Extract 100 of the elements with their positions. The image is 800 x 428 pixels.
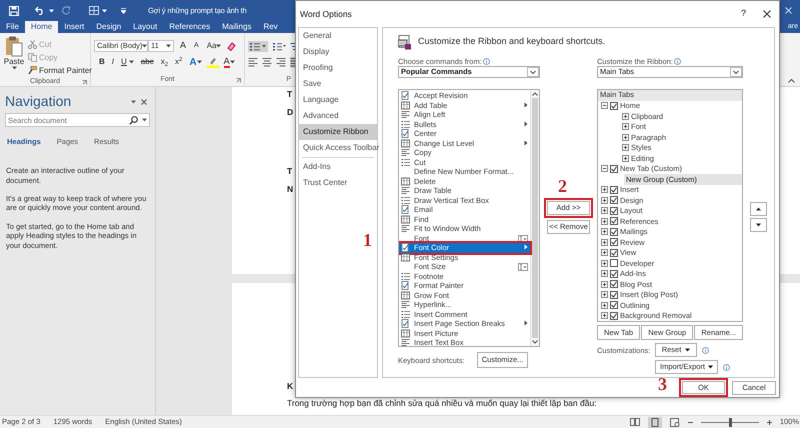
- checkbox-icon[interactable]: [610, 186, 618, 194]
- checkbox-icon[interactable]: [610, 228, 618, 236]
- caret-icon[interactable]: [49, 8, 54, 12]
- format-button[interactable]: I: [110, 56, 116, 68]
- collapse-ribbon-icon[interactable]: [788, 78, 795, 83]
- align-center-icon[interactable]: [262, 57, 272, 68]
- sidebar-item[interactable]: Trust Center: [299, 175, 377, 191]
- format-button[interactable]: U: [119, 56, 136, 68]
- clipboard-button[interactable]: Format Painter: [28, 64, 92, 77]
- paste-button[interactable]: Paste: [2, 57, 26, 70]
- checkbox-icon[interactable]: [610, 301, 618, 310]
- scroll-up-icon[interactable]: [532, 92, 538, 96]
- ribbon-tab[interactable]: Insert: [58, 21, 90, 33]
- sidebar-item[interactable]: Save: [299, 76, 377, 92]
- sidebar-item[interactable]: Customize Ribbon: [299, 124, 377, 140]
- bullets-icon[interactable]: [248, 41, 268, 52]
- print-layout-icon[interactable]: [648, 416, 662, 428]
- paste-icon[interactable]: [5, 36, 23, 57]
- expand-icon[interactable]: [601, 312, 608, 320]
- checkbox-icon[interactable]: [610, 290, 618, 299]
- expand-icon[interactable]: [601, 228, 608, 236]
- checkbox-icon[interactable]: [610, 206, 618, 215]
- scrollbar[interactable]: [530, 90, 539, 346]
- sidebar-item[interactable]: Add-Ins: [299, 159, 377, 175]
- highlighter-icon[interactable]: [206, 56, 219, 68]
- read-mode-icon[interactable]: [630, 418, 640, 426]
- ribbon-tab[interactable]: References: [163, 21, 216, 33]
- expand-icon[interactable]: [601, 302, 608, 309]
- expand-icon[interactable]: [601, 218, 608, 225]
- expand-icon[interactable]: [601, 291, 608, 298]
- checkbox-icon[interactable]: [610, 248, 618, 257]
- expand-icon[interactable]: [622, 144, 629, 152]
- align-right-icon[interactable]: [276, 57, 286, 68]
- checkbox-icon[interactable]: [610, 280, 618, 288]
- search-icon[interactable]: [129, 116, 138, 125]
- sidebar-item[interactable]: Advanced: [299, 108, 377, 124]
- checkbox-icon[interactable]: [610, 102, 618, 110]
- expand-icon[interactable]: [601, 207, 608, 214]
- zoom-thumb[interactable]: [728, 418, 732, 426]
- format-button[interactable]: x$_{2}$: [158, 56, 170, 68]
- sidebar-item[interactable]: Display: [299, 44, 377, 60]
- move-up-button[interactable]: [750, 202, 767, 216]
- close-icon[interactable]: [763, 10, 771, 18]
- expand-icon[interactable]: [601, 280, 608, 288]
- zoom-slider[interactable]: [700, 418, 759, 426]
- redo-icon[interactable]: [62, 6, 71, 15]
- sidebar-item[interactable]: General: [299, 28, 377, 44]
- format-button[interactable]: B: [97, 56, 107, 68]
- expand-icon[interactable]: [601, 238, 608, 246]
- checkbox-icon[interactable]: [610, 238, 618, 246]
- expand-icon[interactable]: [601, 270, 608, 278]
- checkbox-icon[interactable]: [610, 259, 618, 268]
- close-icon[interactable]: [141, 98, 147, 104]
- checkbox-icon[interactable]: [610, 196, 618, 204]
- grow-font-button[interactable]: A: [178, 40, 188, 52]
- font-color-button[interactable]: A: [222, 56, 237, 68]
- zoom-out-icon[interactable]: [688, 420, 693, 424]
- sidebar-item[interactable]: Quick Access Toolbar: [299, 140, 377, 156]
- launcher-icon[interactable]: [82, 80, 87, 85]
- collapse-icon[interactable]: [601, 102, 608, 110]
- ribbon-tab[interactable]: File: [0, 21, 25, 33]
- text-effects-button[interactable]: A: [187, 56, 204, 68]
- checkbox-icon[interactable]: [610, 217, 618, 226]
- format-button[interactable]: abc: [138, 56, 156, 68]
- help-button[interactable]: ?: [740, 7, 746, 21]
- caret-icon[interactable]: [102, 8, 107, 12]
- table-icon[interactable]: [89, 6, 99, 15]
- numbering-icon[interactable]: [272, 41, 286, 52]
- sidebar-item[interactable]: Proofing: [299, 60, 377, 76]
- move-down-button[interactable]: [750, 218, 767, 232]
- expand-icon[interactable]: [601, 196, 608, 204]
- launcher-icon[interactable]: [236, 78, 241, 83]
- checkbox-icon[interactable]: [610, 164, 618, 173]
- checkbox-icon[interactable]: [610, 312, 618, 320]
- zoom-in-icon[interactable]: [766, 420, 772, 424]
- expand-icon[interactable]: [622, 154, 629, 162]
- scroll-down-icon[interactable]: [532, 340, 538, 344]
- caret-icon[interactable]: [142, 118, 147, 122]
- format-button[interactable]: x$^{2}$: [173, 56, 184, 68]
- ribbon-tab[interactable]: Design: [90, 21, 128, 33]
- change-case-button[interactable]: Aa: [204, 40, 224, 52]
- expand-icon[interactable]: [601, 186, 608, 194]
- expand-icon[interactable]: [622, 134, 629, 141]
- expand-icon[interactable]: [622, 112, 629, 120]
- ribbon-tab[interactable]: Rev: [257, 21, 284, 33]
- collapse-icon[interactable]: [601, 165, 608, 172]
- sidebar-item[interactable]: Language: [299, 92, 377, 108]
- save-icon[interactable]: [9, 6, 19, 16]
- expand-icon[interactable]: [622, 123, 629, 130]
- web-layout-icon[interactable]: [670, 418, 680, 426]
- ribbon-tab[interactable]: Home: [24, 21, 58, 33]
- expand-icon[interactable]: [601, 249, 608, 256]
- checkbox-icon[interactable]: [610, 270, 618, 278]
- ribbon-tab[interactable]: Layout: [127, 21, 164, 33]
- ribbon-tab[interactable]: Mailings: [216, 21, 258, 33]
- multilevel-list-icon[interactable]: [290, 41, 296, 52]
- align-left-icon[interactable]: [248, 57, 258, 68]
- eraser-icon[interactable]: [227, 42, 236, 50]
- customize-icon[interactable]: [121, 8, 126, 14]
- caret-icon[interactable]: [131, 100, 136, 104]
